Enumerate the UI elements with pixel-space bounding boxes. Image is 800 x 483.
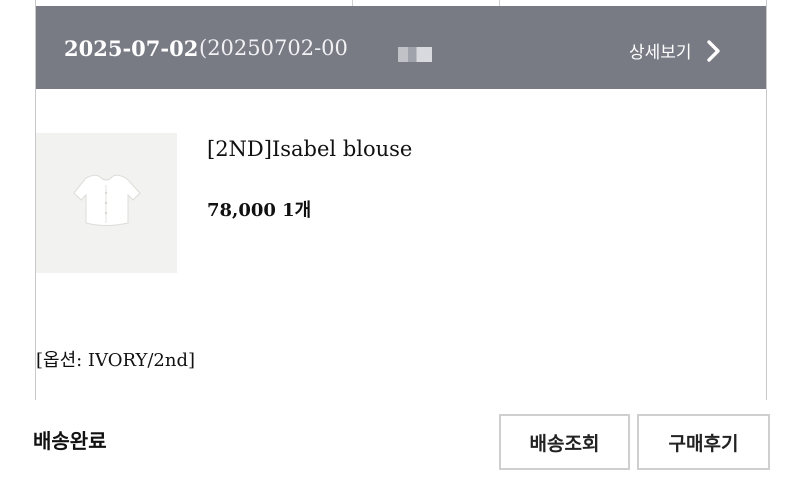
redacted-order-suffix (398, 47, 432, 62)
order-detail-link[interactable]: 상세보기 (629, 38, 726, 63)
product-price-quantity: 78,000 1개 (207, 200, 312, 221)
product-option: [옵션: IVORY/2nd] (36, 350, 196, 371)
blouse-image (73, 174, 141, 226)
product-name[interactable]: [2ND]Isabel blouse (207, 137, 412, 161)
card-border-right (766, 0, 767, 400)
track-delivery-button[interactable]: 배송조회 (499, 414, 630, 470)
write-review-button[interactable]: 구매후기 (637, 414, 770, 470)
delivery-status: 배송완료 (33, 429, 107, 453)
chevron-right-icon (706, 39, 720, 62)
product-thumbnail[interactable] (36, 133, 177, 273)
order-header: 2025-07-02 (20250702-00 상세보기 (36, 6, 766, 89)
order-detail-label: 상세보기 (629, 43, 692, 63)
order-date: 2025-07-02 (64, 36, 199, 61)
order-number: (20250702-00 (199, 36, 348, 60)
